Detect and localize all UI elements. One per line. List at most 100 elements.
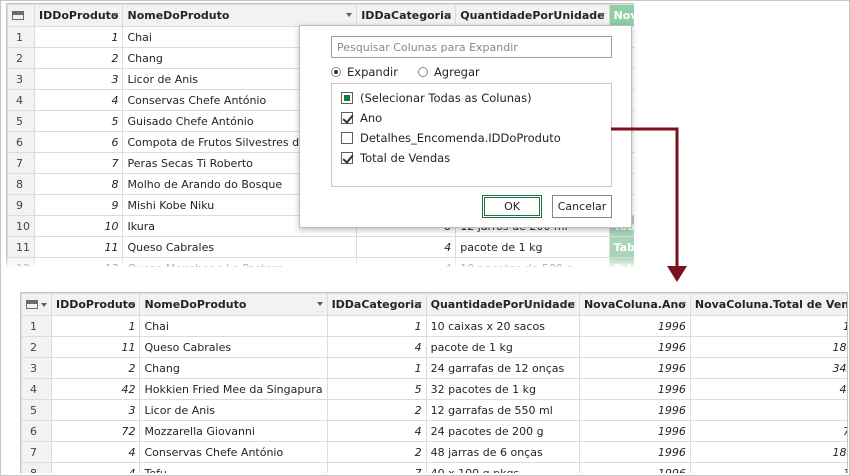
cell-nomedoproduto[interactable]: Tofu	[139, 462, 328, 473]
chevron-down-icon[interactable]	[445, 13, 452, 17]
cell-iddacategoria[interactable]: 2	[326, 399, 427, 421]
table-row[interactable]: 84Tofu740 x 100 g pkgs.19961591	[21, 462, 847, 473]
cell-quantidadeporunidade[interactable]: 32 pacotes de 1 kg	[425, 378, 580, 400]
column-option[interactable]: Detalhes_Encomenda.IDDoProduto	[332, 128, 611, 148]
table-row[interactable]: 1111Queso Cabrales4pacote de 1 kgTabela	[7, 236, 634, 258]
cell-iddacategoria[interactable]: 4	[326, 336, 427, 358]
column-option[interactable]: (Selecionar Todas as Colunas)	[332, 88, 611, 108]
cell-iddoproduto[interactable]: 1	[33, 26, 124, 48]
cell-nomedoproduto[interactable]: Hokkien Fried Mee da Singapura	[139, 378, 328, 400]
cell-novacoluna-ano[interactable]: 1996	[578, 441, 691, 463]
cell-iddoproduto[interactable]: 3	[33, 68, 124, 90]
chevron-down-icon[interactable]	[415, 302, 422, 306]
cancel-button[interactable]: Cancelar	[552, 195, 612, 218]
chevron-down-icon[interactable]	[598, 13, 605, 17]
cell-novacoluna-ano[interactable]: 1996	[578, 357, 691, 379]
cell-iddoproduto[interactable]: 10	[33, 215, 124, 237]
cell-nomedoproduto[interactable]: Mozzarella Giovanni	[139, 420, 328, 442]
cell-quantidadeporunidade[interactable]: pacote de 1 kg	[425, 336, 580, 358]
column-option[interactable]: Total de Vendas	[332, 148, 611, 168]
chevron-down-icon[interactable]	[568, 302, 575, 306]
cell-novacoluna-total-de-vendas[interactable]: 3435,2	[689, 357, 847, 379]
cell-iddoproduto[interactable]: 11	[50, 336, 141, 358]
column-header-novacoluna[interactable]: NovaColuna⟷	[608, 4, 634, 27]
chevron-down-icon[interactable]	[346, 13, 353, 17]
column-header-iddacategoria[interactable]: IDDaCategoria	[326, 293, 427, 316]
checkbox[interactable]	[341, 152, 353, 164]
cell-iddacategoria[interactable]: 4	[326, 420, 427, 442]
column-header-nomedoproduto[interactable]: NomeDoProduto	[139, 293, 328, 316]
table-row[interactable]: 6 72 Mozzarella Giovanni 4 24 pacotes de 200…	[21, 420, 847, 442]
cell-iddoproduto[interactable]: 42	[50, 378, 141, 400]
table-row[interactable]: 5 3 Licor de Anis 2 12 garrafas de 550 ml 199…	[21, 399, 847, 421]
cell-novacoluna-total-de-vendas[interactable]: 1800	[689, 315, 847, 337]
cell-quantidadeporunidade[interactable]: 40 x 100 g pkgs.	[425, 462, 580, 473]
cell-iddoproduto[interactable]: 4	[33, 89, 124, 111]
radio-aggregate[interactable]	[417, 67, 428, 77]
cell-iddacategoria[interactable]: 7	[326, 462, 427, 473]
cell-novacoluna-total-de-vendas[interactable]: 240	[689, 399, 847, 421]
column-header-iddoproduto[interactable]: IDDoProduto	[50, 293, 141, 316]
cell-novacoluna-ano[interactable]: 1996	[578, 399, 691, 421]
cell-nomedoproduto[interactable]: Queso Cabrales	[139, 336, 328, 358]
cell-iddoproduto[interactable]: 9	[33, 194, 124, 216]
cell-novacoluna-ano[interactable]: 1996	[578, 378, 691, 400]
chevron-down-icon[interactable]	[679, 302, 686, 306]
column-header-nomedoproduto[interactable]: NomeDoProduto	[122, 4, 358, 27]
column-option[interactable]: Ano	[332, 108, 611, 128]
cell-iddacategoria[interactable]: 1	[326, 357, 427, 379]
cell-novacoluna-ano[interactable]: 1996	[578, 462, 691, 473]
cell-iddoproduto[interactable]: 4	[50, 462, 141, 473]
chevron-down-icon[interactable]	[112, 13, 119, 17]
cell-novacoluna[interactable]: Tabela	[608, 236, 634, 258]
cell-iddoproduto[interactable]: 8	[33, 173, 124, 195]
cell-novacoluna-ano[interactable]: 1996	[578, 420, 691, 442]
cell-nomedoproduto[interactable]: Chai	[139, 315, 328, 337]
cell-iddoproduto[interactable]: 72	[50, 420, 141, 442]
search-columns-input[interactable]	[331, 36, 612, 58]
table-row[interactable]: 32Chang124 garrafas de 12 onças19963435,…	[21, 357, 847, 379]
chevron-down-icon[interactable]	[316, 302, 323, 306]
checkbox[interactable]	[341, 112, 353, 124]
chevron-down-icon[interactable]	[41, 303, 47, 307]
ok-button[interactable]: OK	[482, 195, 542, 218]
cell-iddoproduto[interactable]: 4	[50, 441, 141, 463]
cell-quantidadeporunidade[interactable]: pacote de 1 kg	[455, 236, 610, 258]
cell-iddoproduto[interactable]: 2	[33, 47, 124, 69]
column-header-quantidadeporunidade[interactable]: QuantidadePorUnidade	[425, 293, 580, 316]
cell-quantidadeporunidade[interactable]: 24 pacotes de 200 g	[425, 420, 580, 442]
cell-iddacategoria[interactable]: 5	[326, 378, 427, 400]
cell-quantidadeporunidade[interactable]: 10 caixas x 20 sacos	[425, 315, 580, 337]
cell-iddoproduto[interactable]: 5	[33, 110, 124, 132]
cell-iddacategoria[interactable]: 4	[356, 236, 457, 258]
radio-aggregate-label[interactable]: Agregar	[434, 65, 480, 79]
cell-quantidadeporunidade[interactable]: 48 jarras de 6 onças	[425, 441, 580, 463]
cell-nomedoproduto[interactable]: Licor de Anis	[139, 399, 328, 421]
cell-nomedoproduto[interactable]: Queso Cabrales	[122, 236, 358, 258]
column-header-novacoluna-total-de-vendas[interactable]: NovaColuna.Total de Vendas	[689, 293, 847, 316]
cell-iddoproduto[interactable]: 7	[33, 152, 124, 174]
cell-novacoluna-ano[interactable]: 1996	[578, 315, 691, 337]
cell-iddacategoria[interactable]: 2	[326, 441, 427, 463]
cell-novacoluna-ano[interactable]: 1996	[578, 336, 691, 358]
cell-novacoluna-total-de-vendas[interactable]: 1591	[689, 462, 847, 473]
cell-nomedoproduto[interactable]: Conservas Chefe António	[139, 441, 328, 463]
column-header-quantidadeporunidade[interactable]: QuantidadePorUnidade	[455, 4, 610, 27]
column-header-novacoluna-ano[interactable]: NovaColuna.Ano	[578, 293, 691, 316]
table-menu-button[interactable]	[21, 293, 52, 316]
cell-quantidadeporunidade[interactable]: 12 garrafas de 550 ml	[425, 399, 580, 421]
cell-novacoluna-total-de-vendas[interactable]: 1814,4	[689, 336, 847, 358]
cell-iddoproduto[interactable]: 6	[33, 131, 124, 153]
column-header-iddacategoria[interactable]: IDDaCategoria	[356, 4, 457, 27]
cell-nomedoproduto[interactable]: Chang	[139, 357, 328, 379]
cell-iddacategoria[interactable]: 1	[326, 315, 427, 337]
chevron-down-icon[interactable]	[129, 302, 136, 306]
checkbox[interactable]	[341, 92, 353, 104]
cell-novacoluna-total-de-vendas[interactable]: 400,4	[689, 378, 847, 400]
table-menu-button[interactable]	[7, 4, 35, 27]
column-header-iddoproduto[interactable]: IDDoProduto	[33, 4, 124, 27]
checkbox[interactable]	[341, 132, 353, 144]
table-row[interactable]: 7 4 Conservas Chefe António 2 48 jarras de 6…	[21, 441, 847, 463]
cell-novacoluna-total-de-vendas[interactable]: 1883,2	[689, 441, 847, 463]
cell-novacoluna-total-de-vendas[interactable]: 7263	[689, 420, 847, 442]
